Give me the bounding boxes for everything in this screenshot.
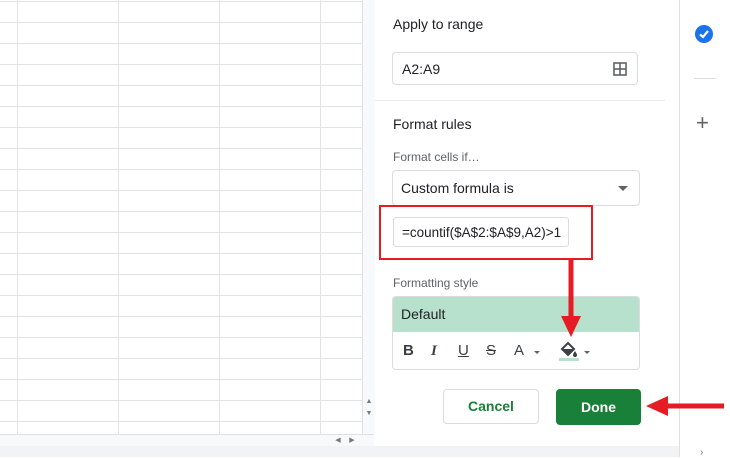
annotation-arrows bbox=[561, 258, 724, 416]
arrow-down-icon bbox=[561, 258, 581, 337]
arrow-left-icon bbox=[646, 396, 724, 416]
